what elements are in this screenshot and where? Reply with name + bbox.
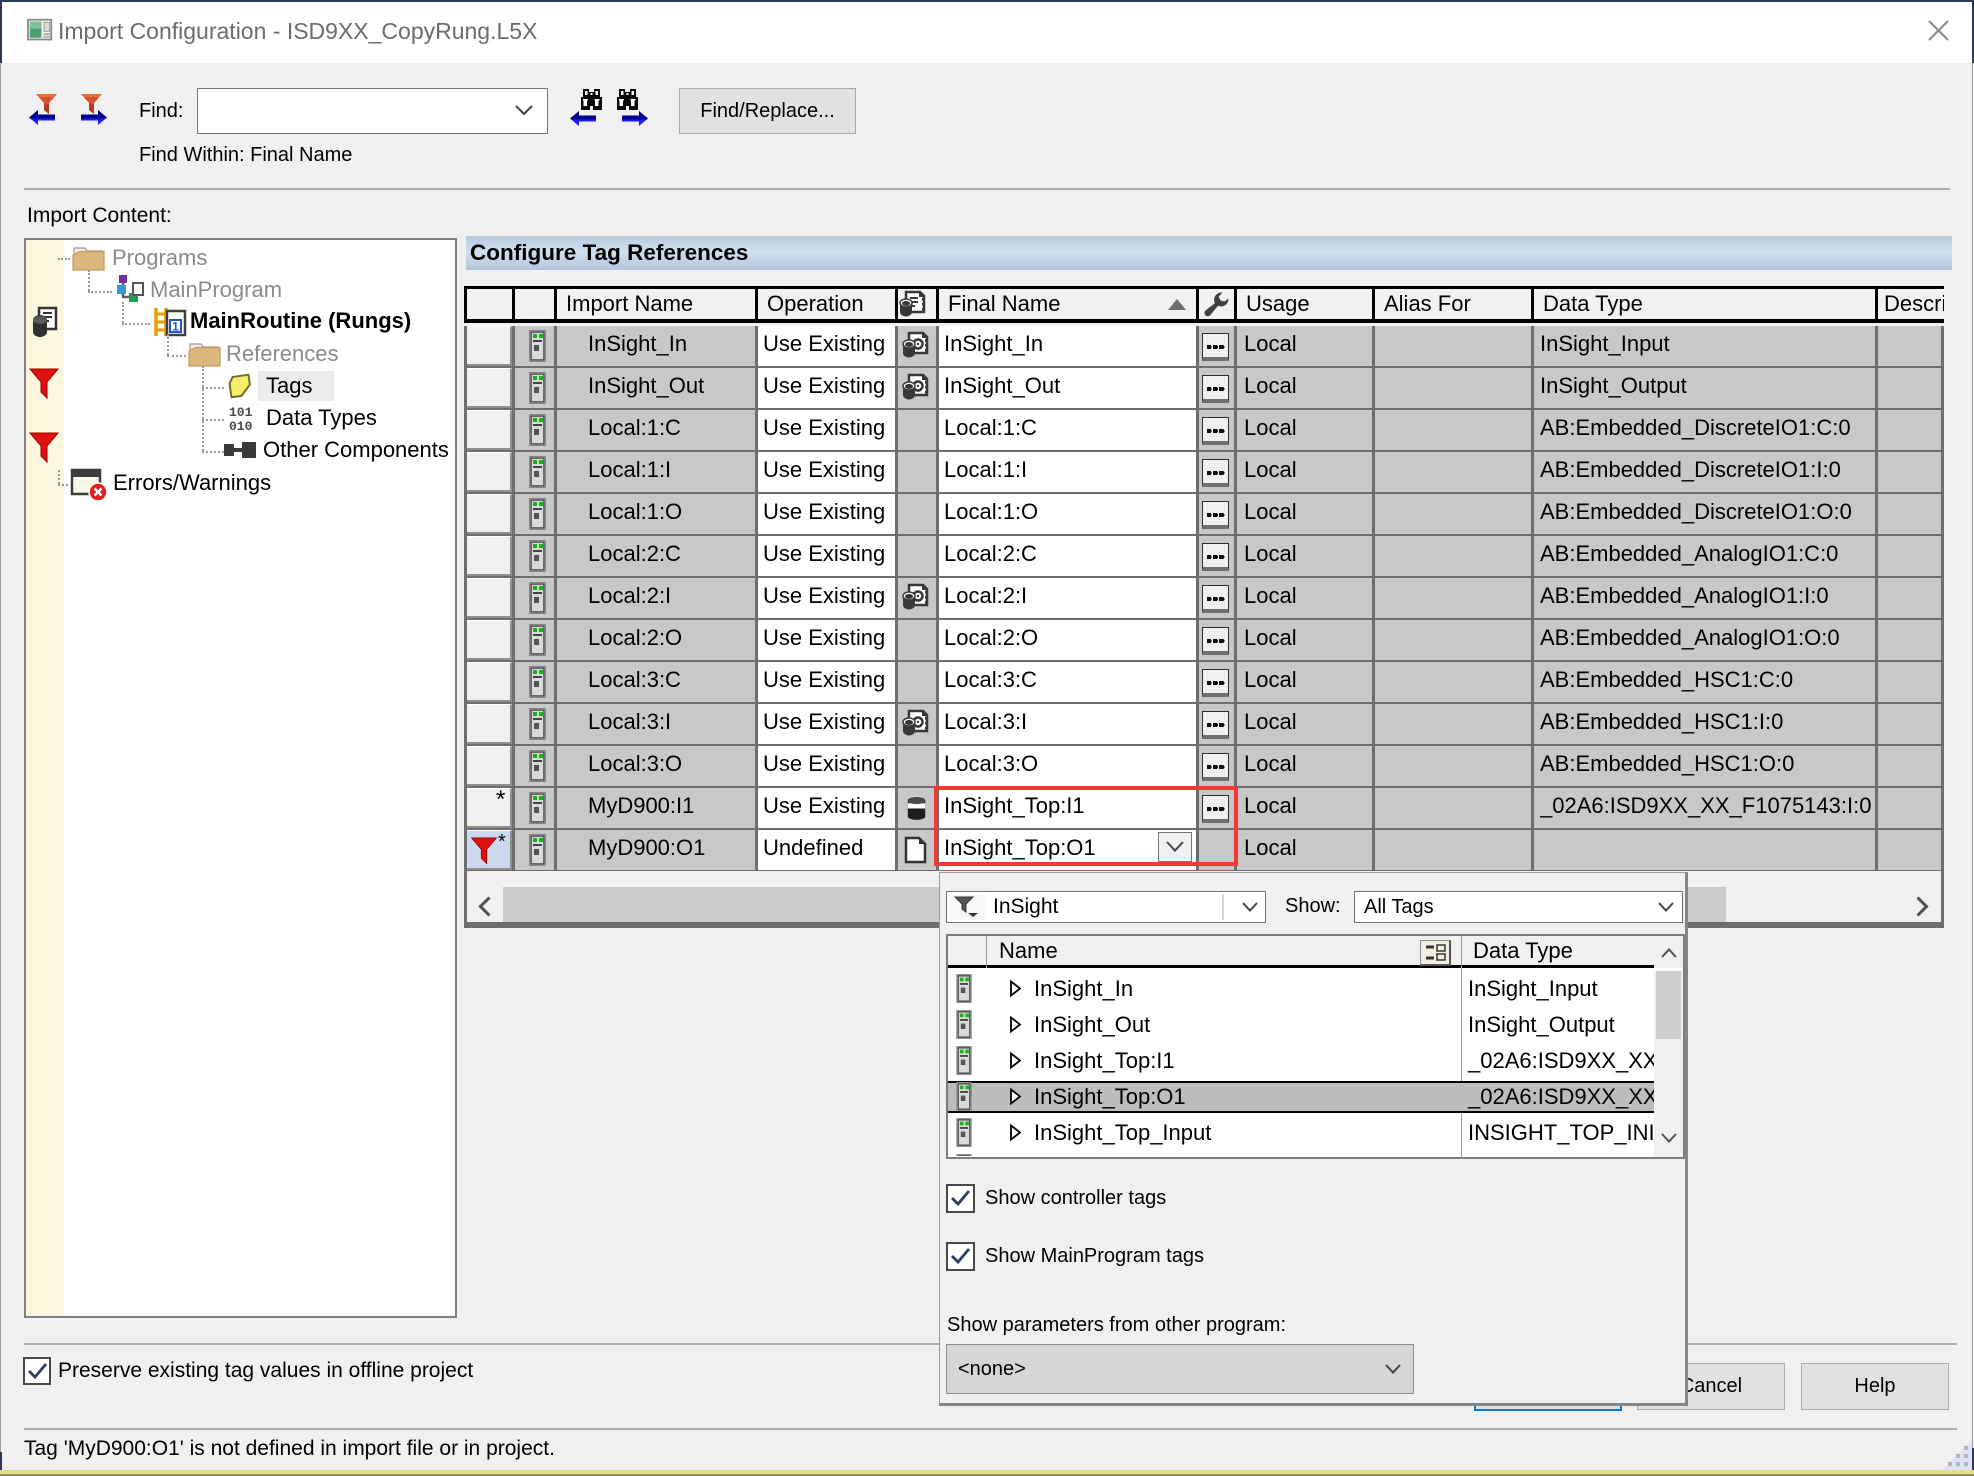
svg-text:1: 1 [172, 320, 179, 334]
svg-text:010: 010 [229, 419, 253, 434]
svg-text:101: 101 [229, 405, 253, 420]
